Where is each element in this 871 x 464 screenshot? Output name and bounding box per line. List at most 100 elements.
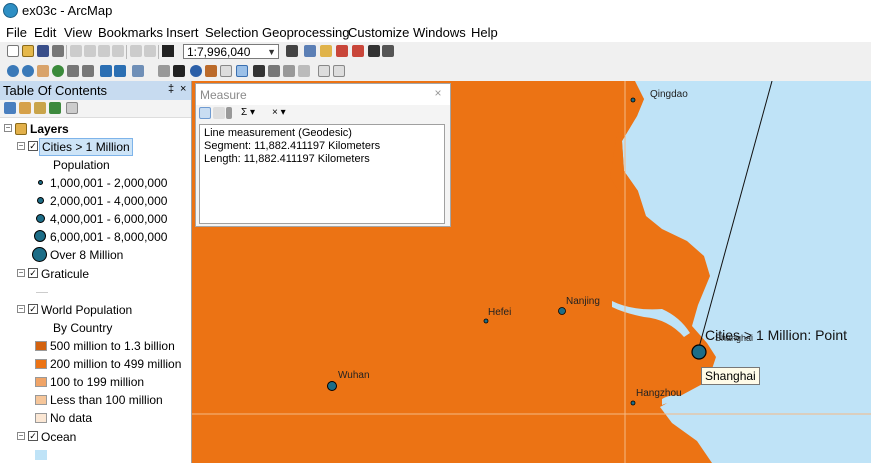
layers-dataframe-row[interactable]: − Layers (0, 120, 191, 138)
cities-layer-row[interactable]: − ✓ Cities > 1 Million (0, 138, 191, 156)
chevron-down-icon[interactable]: ▼ (267, 45, 276, 60)
go-to-xy-icon[interactable] (283, 65, 295, 77)
time-slider-icon[interactable] (298, 65, 310, 77)
legend-class-label: 500 million to 1.3 billion (50, 339, 175, 353)
create-viewer-window-icon[interactable] (318, 65, 330, 77)
menu-bar: File Edit View Bookmarks Insert Selectio… (0, 22, 871, 42)
title-bar: ex03c - ArcMap (0, 0, 871, 22)
ocean-layer-checkbox[interactable]: ✓ (28, 431, 38, 441)
world-population-layer-checkbox[interactable]: ✓ (28, 304, 38, 314)
clear-selection-icon[interactable] (158, 65, 170, 77)
world-population-layer-row[interactable]: − ✓ World Population (0, 301, 191, 319)
forward-extent-icon[interactable] (114, 65, 126, 77)
new-document-icon[interactable] (7, 45, 19, 57)
toolbar-separator (66, 45, 67, 59)
close-icon[interactable]: × (430, 86, 446, 101)
legend-class-label: 6,000,001 - 8,000,000 (50, 230, 168, 244)
list-by-source-icon[interactable] (19, 102, 31, 114)
copy-icon[interactable] (84, 45, 96, 57)
collapse-icon[interactable]: − (17, 142, 25, 150)
select-elements-icon[interactable] (173, 65, 185, 77)
clear-results-icon[interactable]: × ▾ (272, 107, 286, 118)
menu-file[interactable]: File (6, 25, 27, 40)
layers-label: Layers (30, 122, 69, 136)
graticule-layer-row[interactable]: − ✓ Graticule (0, 265, 191, 283)
measure-result-type: Line measurement (Geodesic) (204, 127, 352, 139)
sum-icon[interactable]: Σ ▾ (241, 107, 255, 118)
paste-icon[interactable] (98, 45, 110, 57)
menu-insert[interactable]: Insert (166, 25, 199, 40)
ocean-layer-row[interactable]: − ✓ Ocean (0, 428, 191, 446)
zoom-out-icon[interactable] (22, 65, 34, 77)
measure-title-bar[interactable]: Measure × (196, 84, 450, 105)
select-features-icon[interactable] (132, 65, 144, 77)
delete-icon[interactable] (112, 45, 124, 57)
search-window-icon[interactable] (336, 45, 348, 57)
city-label-qingdao: Qingdao (650, 89, 688, 100)
print-icon[interactable] (52, 45, 64, 57)
collapse-icon[interactable]: − (17, 432, 25, 440)
hyperlink-icon[interactable] (205, 65, 217, 77)
menu-edit[interactable]: Edit (34, 25, 56, 40)
city-label-hefei: Hefei (488, 307, 512, 318)
model-builder-icon[interactable] (382, 45, 394, 57)
python-window-icon[interactable] (368, 45, 380, 57)
fixed-zoom-out-icon[interactable] (82, 65, 94, 77)
cities-layer-label[interactable]: Cities > 1 Million (39, 138, 133, 156)
menu-windows[interactable]: Windows (413, 25, 466, 40)
menu-geoprocessing[interactable]: Geoprocessing (262, 25, 349, 40)
list-by-selection-icon[interactable] (49, 102, 61, 114)
catalog-window-icon[interactable] (320, 45, 332, 57)
add-data-icon[interactable] (162, 45, 174, 57)
population-swatch (35, 395, 47, 405)
cut-icon[interactable] (70, 45, 82, 57)
list-by-visibility-icon[interactable] (34, 102, 46, 114)
undo-icon[interactable] (130, 45, 142, 57)
open-icon[interactable] (22, 45, 34, 57)
collapse-icon[interactable]: − (17, 269, 25, 277)
toc-title-bar: Table Of Contents ‡ × (0, 81, 191, 100)
toolbar-options-icon[interactable] (333, 65, 345, 77)
measure-line-icon[interactable] (199, 107, 211, 119)
population-swatch (35, 413, 47, 423)
menu-selection[interactable]: Selection (205, 25, 258, 40)
legend-class-label: Over 8 Million (50, 248, 124, 262)
legend-class-label: 2,000,001 - 4,000,000 (50, 194, 168, 208)
city-symbol-2-icon (37, 197, 44, 204)
arcmap-app-icon (3, 3, 18, 18)
measure-icon[interactable] (236, 65, 248, 77)
city-label-hangzhou: Hangzhou (636, 388, 682, 399)
toc-options-icon[interactable] (66, 102, 78, 114)
graticule-layer-checkbox[interactable]: ✓ (28, 268, 38, 278)
measure-feature-icon[interactable] (226, 107, 232, 119)
close-icon[interactable]: × (180, 83, 186, 95)
pan-icon[interactable] (37, 65, 49, 77)
save-icon[interactable] (37, 45, 49, 57)
menu-customize[interactable]: Customize (348, 25, 409, 40)
zoom-in-icon[interactable] (7, 65, 19, 77)
cities-layer-checkbox[interactable]: ✓ (28, 141, 38, 151)
menu-view[interactable]: View (64, 25, 92, 40)
editor-toolbar-icon[interactable] (286, 45, 298, 57)
html-popup-icon[interactable] (220, 65, 232, 77)
list-by-drawing-order-icon[interactable] (4, 102, 16, 114)
collapse-icon[interactable]: − (17, 305, 25, 313)
table-of-contents-window-icon[interactable] (304, 45, 316, 57)
find-icon[interactable] (253, 65, 265, 77)
measure-area-icon[interactable] (213, 107, 225, 119)
pin-icon[interactable]: ‡ (168, 83, 174, 95)
legend-class-label: 100 to 199 million (50, 375, 145, 389)
redo-icon[interactable] (144, 45, 156, 57)
population-swatch (35, 359, 47, 369)
find-route-icon[interactable] (268, 65, 280, 77)
legend-class-label: No data (50, 411, 93, 425)
collapse-icon[interactable]: − (4, 124, 12, 132)
fixed-zoom-in-icon[interactable] (67, 65, 79, 77)
menu-help[interactable]: Help (471, 25, 498, 40)
map-scale-combobox[interactable]: 1:7,996,040 ▼ (183, 44, 279, 59)
full-extent-icon[interactable] (52, 65, 64, 77)
back-extent-icon[interactable] (100, 65, 112, 77)
identify-icon[interactable] (190, 65, 202, 77)
arctoolbox-icon[interactable] (352, 45, 364, 57)
menu-bookmarks[interactable]: Bookmarks (98, 25, 163, 40)
